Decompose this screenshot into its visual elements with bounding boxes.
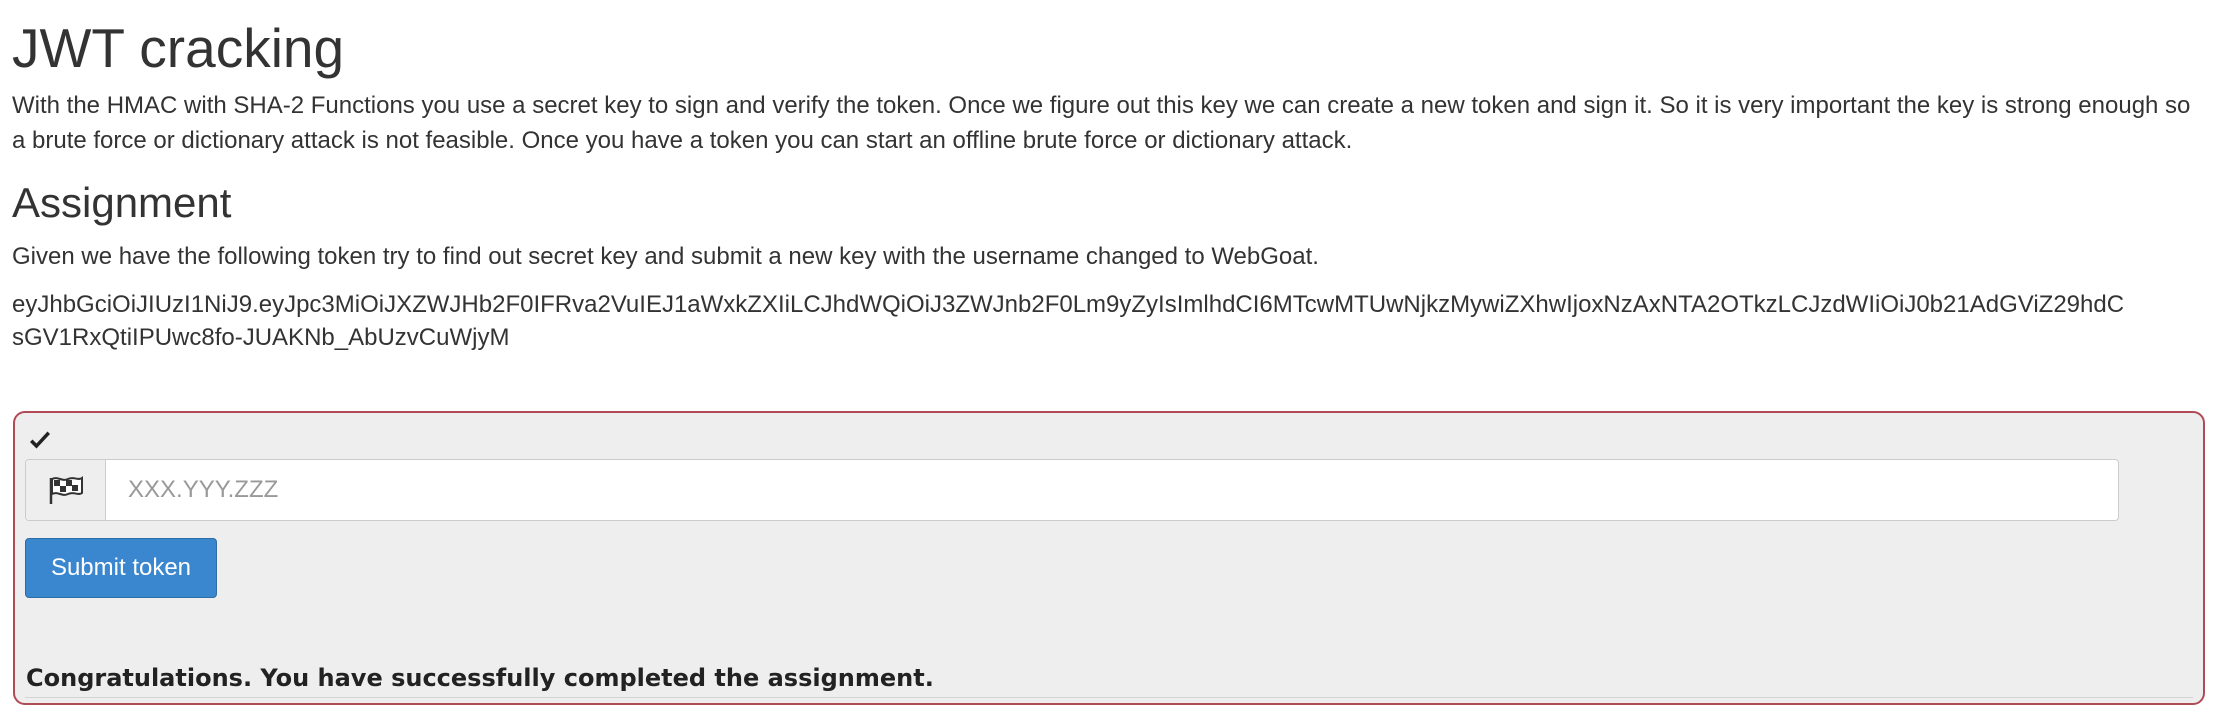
check-icon: [30, 431, 50, 449]
submit-token-button[interactable]: Submit token: [25, 538, 217, 598]
lesson-intro: With the HMAC with SHA-2 Functions you u…: [12, 92, 2191, 154]
jwt-token-line-1: eyJhbGciOiJIUzI1NiJ9.eyJpc3MiOiJXZWJHb2F…: [12, 291, 2125, 318]
token-input[interactable]: [106, 460, 2118, 520]
flag-checkered-icon: [49, 476, 83, 504]
jwt-token-line-2: sGV1RxQtiIPUwc8fo-JUAKNb_AbUzvCuWjyM: [12, 324, 510, 351]
page-title: JWT cracking: [12, 17, 345, 79]
jwt-token-text: eyJhbGciOiJIUzI1NiJ9.eyJpc3MiOiJXZWJHb2F…: [12, 288, 2221, 354]
feedback-message: Congratulations. You have successfully c…: [26, 664, 934, 692]
assignment-heading: Assignment: [12, 179, 232, 226]
assignment-form-container: Submit token Congratulations. You have s…: [13, 411, 2205, 705]
lesson-content: JWT cracking With the HMAC with SHA-2 Fu…: [12, 0, 2221, 354]
assignment-description: Given we have the following token try to…: [12, 243, 1319, 270]
feedback-divider: [25, 697, 2193, 698]
input-addon: [26, 460, 106, 520]
token-input-group: [25, 459, 2119, 521]
